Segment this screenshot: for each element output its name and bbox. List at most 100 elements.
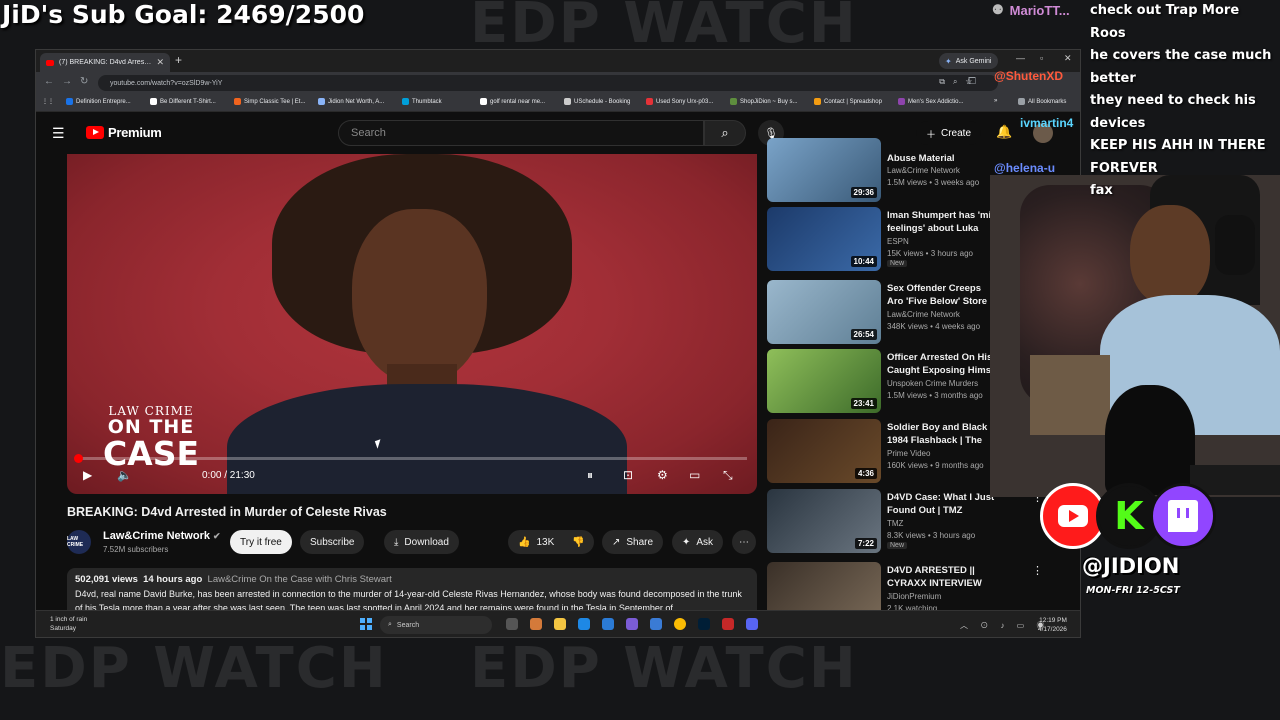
- bookmark-item[interactable]: Thumbtack: [402, 98, 442, 105]
- download-label: Download: [404, 536, 449, 548]
- create-button[interactable]: ＋ Create: [916, 121, 982, 145]
- bookmark-item[interactable]: Contact | Spreadshop: [814, 98, 882, 105]
- chat-username: ⚉ MarioTT...: [992, 2, 1070, 18]
- video-thumbnail: 10:44: [767, 207, 881, 271]
- taskbar-clock[interactable]: 12:19 PM 4/17/2026: [1038, 616, 1067, 634]
- thumbs-down-icon[interactable]: 👎: [572, 537, 584, 548]
- video-player[interactable]: LAW CRIME ON THE CASE ▶ 🔈 0:00 / 21:30 ⏸…: [67, 154, 757, 494]
- all-bookmarks-button[interactable]: All Bookmarks: [1018, 98, 1066, 105]
- more-actions-icon[interactable]: ⋯: [732, 530, 756, 554]
- store-icon[interactable]: [602, 618, 614, 630]
- channel-avatar[interactable]: LAW CRIME: [67, 530, 91, 554]
- upload-time: 14 hours ago: [143, 574, 203, 585]
- download-button[interactable]: ⤓ Download: [384, 530, 459, 554]
- progress-bar[interactable]: [74, 454, 747, 463]
- recommendation-meta: 160K views • 9 months ago: [887, 461, 984, 470]
- ask-button[interactable]: ✦ Ask: [672, 530, 724, 554]
- bookmark-item[interactable]: Definition Entrepre...: [66, 98, 131, 105]
- minimize-icon[interactable]: —: [1016, 53, 1025, 63]
- youtube-logo[interactable]: Premium: [86, 125, 162, 140]
- close-tab-icon[interactable]: ✕: [156, 57, 164, 68]
- search-icon: ⌕: [721, 125, 729, 140]
- share-button[interactable]: ↗ Share: [602, 530, 664, 554]
- app-icon[interactable]: [650, 618, 662, 630]
- back-icon[interactable]: ←: [44, 76, 54, 87]
- maximize-icon[interactable]: ▫: [1040, 53, 1043, 63]
- app-icon[interactable]: [722, 618, 734, 630]
- extensions-icon[interactable]: ⧠: [968, 76, 976, 87]
- copilot-icon[interactable]: [530, 618, 542, 630]
- address-bar[interactable]: youtube.com/watch?v=ozSlD9w-YiY: [98, 75, 998, 91]
- duration-badge: 29:36: [850, 187, 877, 198]
- weather-widget[interactable]: 1 inch of rain Saturday: [50, 615, 87, 633]
- photoshop-icon[interactable]: [698, 618, 710, 630]
- taskbar-search[interactable]: ⌕ Search: [380, 616, 492, 634]
- pause-toggle-icon[interactable]: ⏸: [587, 468, 593, 483]
- forward-icon[interactable]: →: [62, 76, 72, 87]
- bookmark-item[interactable]: ShopJiDion ~ Buy s...: [730, 98, 798, 105]
- streamer-handle: @JIDION: [1082, 554, 1180, 578]
- duration-badge: 23:41: [850, 398, 877, 409]
- play-icon[interactable]: ▶: [83, 468, 92, 482]
- discord-icon[interactable]: [746, 618, 758, 630]
- settings-gear-icon[interactable]: ⚙: [657, 468, 668, 482]
- close-window-icon[interactable]: ✕: [1064, 53, 1072, 64]
- bookmark-item[interactable]: golf rental near me...: [480, 98, 545, 105]
- bookmark-item[interactable]: USchedule - Booking: [564, 98, 630, 105]
- bookmark-favicon-icon: [66, 98, 73, 105]
- chat-faded-username: ivmartin4: [1020, 116, 1074, 130]
- logo-big-text: CASE: [102, 434, 200, 473]
- reload-icon[interactable]: ↻: [80, 76, 88, 87]
- weather-day: Saturday: [50, 625, 77, 632]
- new-tab-icon[interactable]: +: [175, 53, 182, 67]
- bookmark-label: Jidion Net Worth, A...: [328, 98, 385, 105]
- stream-schedule: MON-FRI 12-5CST: [1086, 585, 1180, 596]
- system-tray-icons[interactable]: ︿ ⊙ ♪ ▭ ◉: [960, 620, 1049, 631]
- ask-gemini-button[interactable]: ✦ Ask Gemini: [939, 53, 998, 69]
- fullscreen-icon[interactable]: ⤡: [723, 468, 733, 483]
- more-options-icon[interactable]: ⋮: [1032, 564, 1043, 577]
- bookmark-item[interactable]: Simp Classic Tee | Et...: [234, 98, 305, 105]
- app-icon[interactable]: [626, 618, 638, 630]
- search-input[interactable]: Search: [338, 120, 704, 146]
- recommendation-meta: 15K views • 3 hours ago: [887, 249, 973, 258]
- subscribe-button[interactable]: Subscribe: [300, 530, 365, 554]
- like-button[interactable]: 👍 13K 👎: [508, 530, 594, 554]
- captions-icon[interactable]: ⊡: [623, 468, 633, 482]
- apps-grid-icon[interactable]: ⋮⋮: [42, 98, 54, 105]
- play-button-plaque: [1030, 355, 1110, 435]
- scrubber-handle[interactable]: [74, 454, 83, 463]
- recommendation-item[interactable]: 7:22 D4VD Case: What I Just Found Out | …: [767, 489, 1080, 553]
- task-view-icon[interactable]: [506, 618, 518, 630]
- browser-tab[interactable]: (7) BREAKING: D4vd Arrested ✕: [40, 53, 170, 72]
- try-it-free-button[interactable]: Try it free: [230, 530, 292, 554]
- chrome-icon[interactable]: [674, 618, 686, 630]
- bookmark-item[interactable]: Jidion Net Worth, A...: [318, 98, 384, 105]
- duration-badge: 4:36: [854, 468, 877, 479]
- recommendation-meta: 8.3K views • 3 hours ago: [887, 531, 976, 540]
- bookmark-item[interactable]: Men's Sex Addictio...: [898, 98, 964, 105]
- more-bookmarks-icon[interactable]: »: [994, 98, 997, 104]
- channel-name[interactable]: Law&Crime Network ✔: [103, 530, 221, 542]
- notifications-bell-icon[interactable]: 🔔: [996, 124, 1012, 140]
- recommendation-title: Iman Shumpert has 'mix feelings' about L…: [887, 210, 997, 234]
- theater-mode-icon[interactable]: ▭: [689, 468, 700, 482]
- recommendation-channel: Prime Video: [887, 449, 931, 458]
- search-button[interactable]: ⌕: [704, 120, 746, 146]
- bookmark-label: golf rental near me...: [490, 98, 546, 105]
- edge-icon[interactable]: [578, 618, 590, 630]
- file-explorer-icon[interactable]: [554, 618, 566, 630]
- volume-icon[interactable]: 🔈: [117, 468, 132, 482]
- view-count: 502,091 views: [75, 574, 138, 585]
- bookmark-item[interactable]: Used Sony Urx-p03...: [646, 98, 713, 105]
- bookmark-item[interactable]: Be Different T-Shirt...: [150, 98, 216, 105]
- windows-start-icon[interactable]: [360, 618, 372, 630]
- gemini-icon: ✦: [945, 56, 952, 66]
- menu-icon[interactable]: ☰: [52, 125, 65, 142]
- chat-line: they need to check his: [1090, 93, 1256, 108]
- subscriber-count: 7.52M subscribers: [103, 545, 169, 554]
- chat-line: KEEP HIS AHH IN THERE: [1090, 138, 1266, 153]
- playlist-link[interactable]: Law&Crime On the Case with Chris Stewart: [208, 574, 392, 585]
- clock-date: 4/17/2026: [1038, 626, 1067, 633]
- twitch-social-icon: [1150, 483, 1216, 549]
